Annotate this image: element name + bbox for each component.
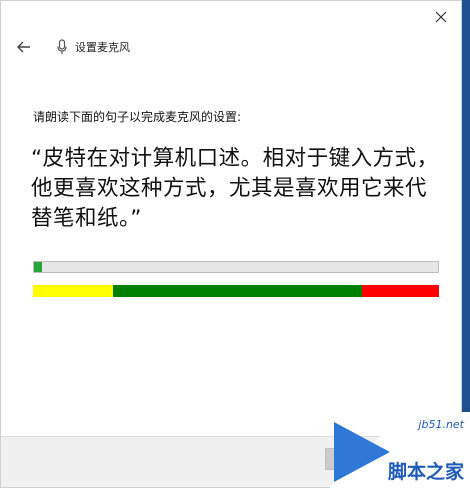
close-button[interactable]: [429, 5, 453, 29]
instruction-text: 请朗读下面的句子以完成麦克风的设置:: [33, 110, 242, 124]
watermark-url: jb51.net: [418, 418, 464, 431]
watermark-logo: [334, 422, 390, 482]
microphone-level-bar: [33, 285, 439, 297]
back-arrow-icon: [17, 41, 30, 53]
microphone-icon: [55, 38, 69, 56]
recognition-progress-bar: [33, 261, 439, 273]
close-icon: [435, 11, 447, 23]
window-title: 设置麦克风: [75, 41, 130, 54]
watermark-text: 脚本之家: [387, 461, 464, 483]
progress-fill: [34, 262, 43, 272]
level-segment-low: [33, 285, 113, 297]
sentence-to-read: “皮特在对计算机口述。相对于键入方式，他更喜欢这种方式，尤其是喜欢用它来代替笔和…: [31, 146, 439, 231]
watermark: jb51.net 脚本之家: [330, 412, 470, 488]
header: 设置麦克风: [15, 37, 130, 57]
level-segment-good: [113, 285, 362, 297]
level-segment-high: [362, 285, 439, 297]
back-button[interactable]: [15, 38, 33, 56]
